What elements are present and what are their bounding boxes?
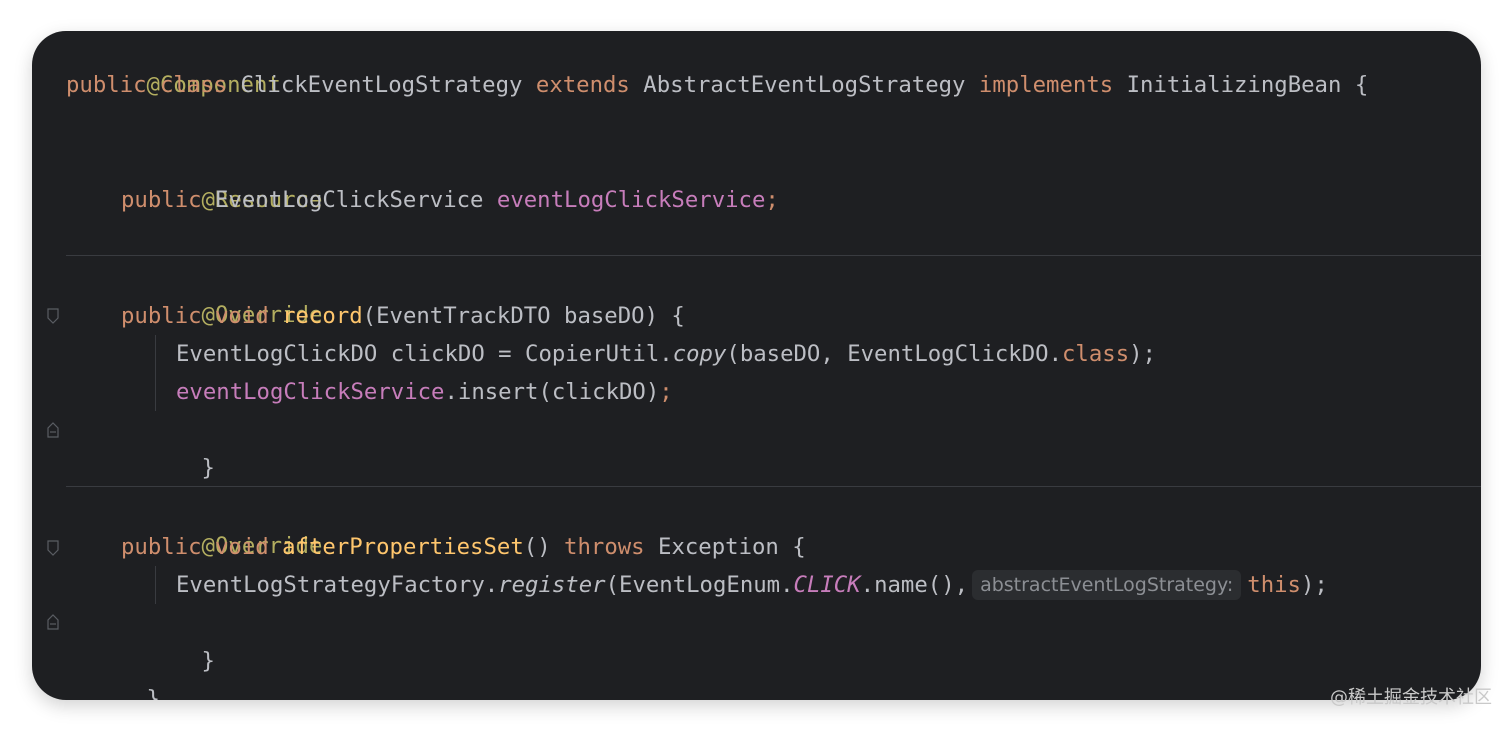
code-editor[interactable]: @Component public class ClickEventLogStr… — [32, 31, 1481, 700]
code-text: (baseDO, EventLogClickDO. — [726, 341, 1062, 367]
interface-token: InitializingBean — [1126, 72, 1342, 98]
brace-token: } — [201, 648, 215, 674]
method-name-token: record — [282, 303, 363, 329]
code-line-2: public class ClickEventLogStrategy exten… — [66, 66, 1368, 104]
code-line-11: } — [121, 411, 215, 481]
keyword-token: class — [1062, 341, 1130, 367]
type-token: EventLogClickService — [214, 187, 484, 213]
code-line-7: @Override — [121, 258, 323, 328]
code-text: ); — [1300, 572, 1328, 598]
code-line-9: EventLogClickDO clickDO = CopierUtil.cop… — [176, 335, 1156, 373]
code-line-8: public void record(EventTrackDTO baseDO)… — [121, 297, 685, 335]
code-line-16: } — [121, 604, 215, 674]
code-line-10: eventLogClickService.insert(clickDO); — [176, 373, 673, 411]
keyword-token: public — [121, 303, 202, 329]
code-text: (EventLogEnum. — [605, 572, 794, 598]
keyword-token: public — [66, 72, 147, 98]
keyword-token: implements — [978, 72, 1114, 98]
fold-marker-icon[interactable] — [47, 308, 59, 324]
code-text: Exception { — [658, 534, 806, 560]
code-line-13: @Override — [121, 489, 323, 559]
keyword-token: public — [121, 534, 202, 560]
code-text: (EventTrackDTO baseDO) { — [362, 303, 685, 329]
brace-token: } — [201, 455, 215, 481]
code-line-15: EventLogStrategyFactory.register(EventLo… — [176, 566, 1328, 604]
code-text: ); — [1129, 341, 1156, 367]
code-text: () — [523, 534, 565, 560]
code-line-14: public void afterPropertiesSet() throws … — [121, 528, 806, 566]
field-token: eventLogClickService — [496, 187, 766, 213]
code-line-17: } — [66, 642, 160, 700]
keyword-token: public — [121, 187, 202, 213]
semicolon-token: ; — [659, 379, 673, 405]
fold-marker-icon[interactable] — [47, 540, 59, 556]
class-name-token: ClickEventLogStrategy — [240, 72, 523, 98]
keyword-token: void — [214, 303, 269, 329]
keyword-token: extends — [535, 72, 630, 98]
method-name-token: afterPropertiesSet — [282, 534, 524, 560]
base-class-token: AbstractEventLogStrategy — [643, 72, 966, 98]
brace-token: } — [146, 686, 160, 700]
keyword-token: class — [159, 72, 228, 98]
parameter-hint[interactable]: abstractEventLogStrategy: — [972, 570, 1242, 600]
watermark: @稀土掘金技术社区 — [1330, 687, 1492, 708]
fold-marker-icon[interactable] — [47, 422, 59, 438]
keyword-token: throws — [564, 534, 645, 560]
code-text: EventLogClickDO clickDO = CopierUtil. — [176, 341, 673, 367]
code-line-5: public EventLogClickService eventLogClic… — [121, 181, 779, 219]
keyword-token: void — [214, 534, 269, 560]
code-line-4: @Resource — [121, 143, 323, 213]
code-line-1: @Component — [66, 31, 281, 98]
method-call-token: register — [498, 572, 606, 598]
keyword-token: this — [1247, 572, 1301, 598]
code-text: EventLogStrategyFactory. — [176, 572, 499, 598]
fold-marker-icon[interactable] — [47, 614, 59, 630]
field-token: eventLogClickService — [176, 379, 445, 405]
code-area[interactable]: @Component public class ClickEventLogStr… — [66, 31, 1481, 700]
semicolon-token: ; — [765, 187, 779, 213]
enum-constant-token: CLICK — [793, 572, 861, 598]
brace-token: { — [1354, 72, 1369, 98]
code-text: .insert(clickDO) — [444, 379, 660, 405]
code-text: .name(), — [860, 572, 969, 598]
method-call-token: copy — [672, 341, 727, 367]
